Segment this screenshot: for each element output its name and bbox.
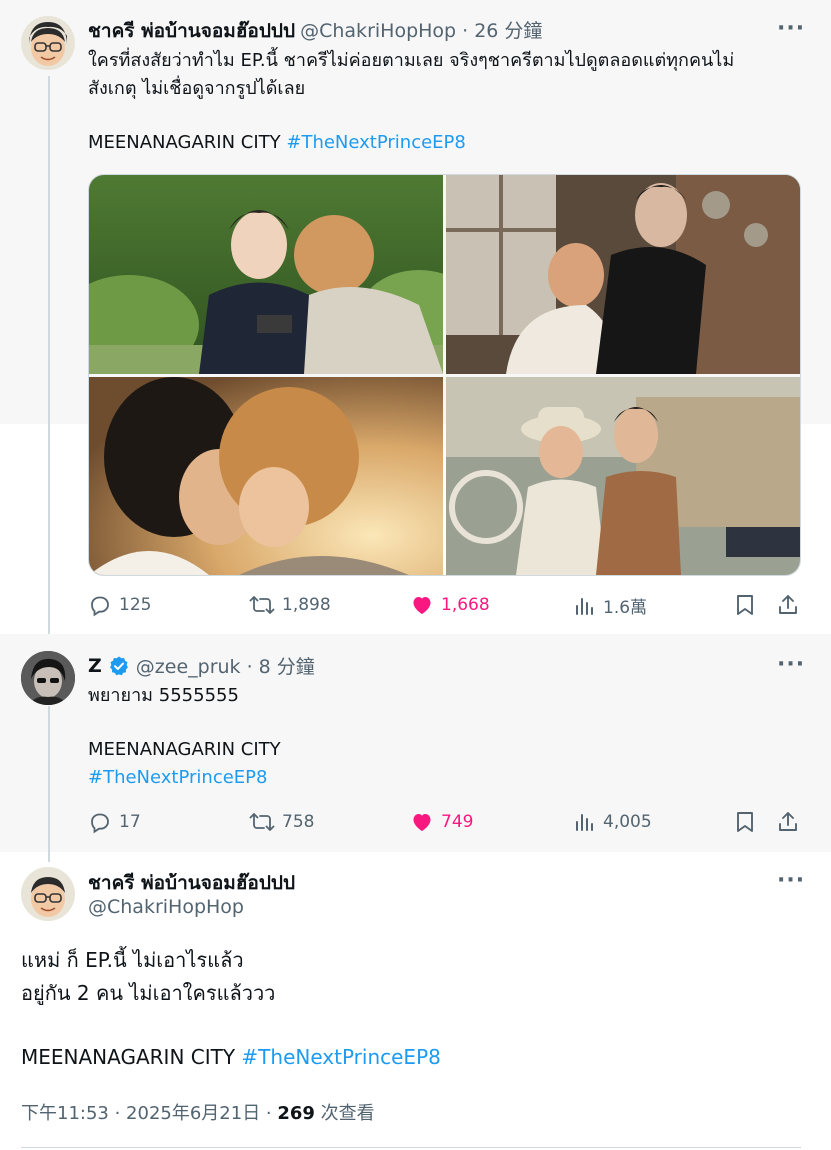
handle-and-time[interactable]: @zee_pruk · 8 分鐘 [136,652,315,679]
tweet-3-text: แหม่ ก็ EP.นี้ ไม่เอาไรแล้ว อยู่กัน 2 คน… [21,944,801,1074]
text-line: ใครที่สงสัยว่าทำไม EP.นี้ ชาครีไม่ค่อยตา… [88,50,735,71]
handle[interactable]: @ChakriHopHop [88,896,244,918]
text-line: MEENANAGARIN CITY #TheNextPrinceEP8 [88,129,808,157]
text-line: MEENANAGARIN CITY [88,739,281,760]
reply-icon [91,596,109,617]
handle-and-time[interactable]: @ChakriHopHop · 26 分鐘 [300,20,542,42]
share-icon [779,812,797,831]
thread-line [48,76,50,650]
views-icon [576,597,593,615]
retweet-icon [249,813,275,831]
tweet-2-text: พยายาม 5555555 MEENANAGARIN CITY #TheNex… [88,682,788,792]
views-count: 1.6萬 [603,598,648,618]
display-name[interactable]: ชาครี พ่อบ้านจอมฮ๊อปปป [88,20,295,42]
media-grid[interactable] [88,174,801,576]
timestamp-link[interactable]: 下午11:53 · 2025年6月21日 · [21,1103,277,1124]
reply-count: 17 [119,812,141,832]
more-icon[interactable]: ··· [777,18,805,40]
views-button[interactable]: 1.6萬 [574,593,647,618]
text-line: อยู่กัน 2 คน ไม่เอาใครแล้ววว [21,981,276,1005]
text-line: MEENANAGARIN CITY #TheNextPrinceEP8 [21,1041,801,1074]
display-name[interactable]: Z [88,655,102,677]
thread-line [48,706,50,862]
retweet-count: 758 [282,812,315,832]
like-icon [413,597,431,614]
like-icon [413,814,431,831]
like-button[interactable]: 749 [410,810,473,834]
retweet-button[interactable]: 758 [249,810,314,834]
display-name[interactable]: ชาครี พ่อบ้านจอมฮ๊อปปป [88,868,295,898]
text-line: สังเกตุ ไม่เชื่อดูจากรูปได้เลย [88,78,306,99]
divider [21,1147,801,1148]
text-line: แหม่ ก็ EP.นี้ ไม่เอาไรแล้ว [21,948,244,972]
views-count: 4,005 [603,812,652,832]
reply-button[interactable]: 17 [88,810,141,834]
bookmark-icon [737,595,753,615]
tag-plain: MEENANAGARIN CITY [21,1045,242,1069]
media-photo-1[interactable] [89,175,443,374]
share-button[interactable] [776,593,800,617]
hashtag-link[interactable]: #TheNextPrinceEP8 [241,1045,440,1069]
hashtag-link[interactable]: #TheNextPrinceEP8 [286,132,466,153]
avatar[interactable] [21,651,75,705]
like-count: 749 [441,812,474,832]
tag-plain: MEENANAGARIN CITY [88,132,287,153]
bookmark-icon [737,812,753,832]
more-icon[interactable]: ··· [777,870,805,892]
retweet-icon [249,596,275,614]
tweet-2-header: Z @zee_pruk · 8 分鐘 [88,652,315,679]
avatar[interactable] [21,867,75,921]
avatar[interactable] [21,16,75,70]
verified-icon [109,656,128,675]
more-icon[interactable]: ··· [777,654,805,676]
retweet-button[interactable]: 1,898 [249,593,331,617]
avatar-image [21,651,75,705]
avatar-image [21,16,75,70]
share-button[interactable] [776,810,800,834]
avatar-image [21,867,75,921]
views-icon [576,814,593,831]
reply-button[interactable]: 125 [88,593,151,617]
bookmark-button[interactable] [734,810,756,834]
media-photo-4[interactable] [446,377,800,575]
media-photo-3[interactable] [89,377,443,575]
retweet-count: 1,898 [282,595,331,615]
like-button[interactable]: 1,668 [410,593,490,617]
views-button[interactable]: 4,005 [574,810,652,834]
tweet-1-text: ใครที่สงสัยว่าทำไม EP.นี้ ชาครีไม่ค่อยตา… [88,47,808,157]
reply-icon [91,813,109,834]
bookmark-button[interactable] [734,593,756,617]
text-line: พยายาม 5555555 [88,685,239,706]
like-count: 1,668 [441,595,490,615]
hashtag-link[interactable]: #TheNextPrinceEP8 [88,764,788,792]
view-label: 次查看 [314,1103,375,1124]
tweet-1-header: ชาครี พ่อบ้านจอมฮ๊อปปป @ChakriHopHop · 2… [88,16,542,46]
view-count: 269 [277,1103,315,1124]
media-photo-2[interactable] [446,175,800,374]
tweet-timestamp: 下午11:53 · 2025年6月21日 · 269 次查看 [21,1099,375,1125]
reply-count: 125 [119,595,152,615]
share-icon [779,595,797,614]
